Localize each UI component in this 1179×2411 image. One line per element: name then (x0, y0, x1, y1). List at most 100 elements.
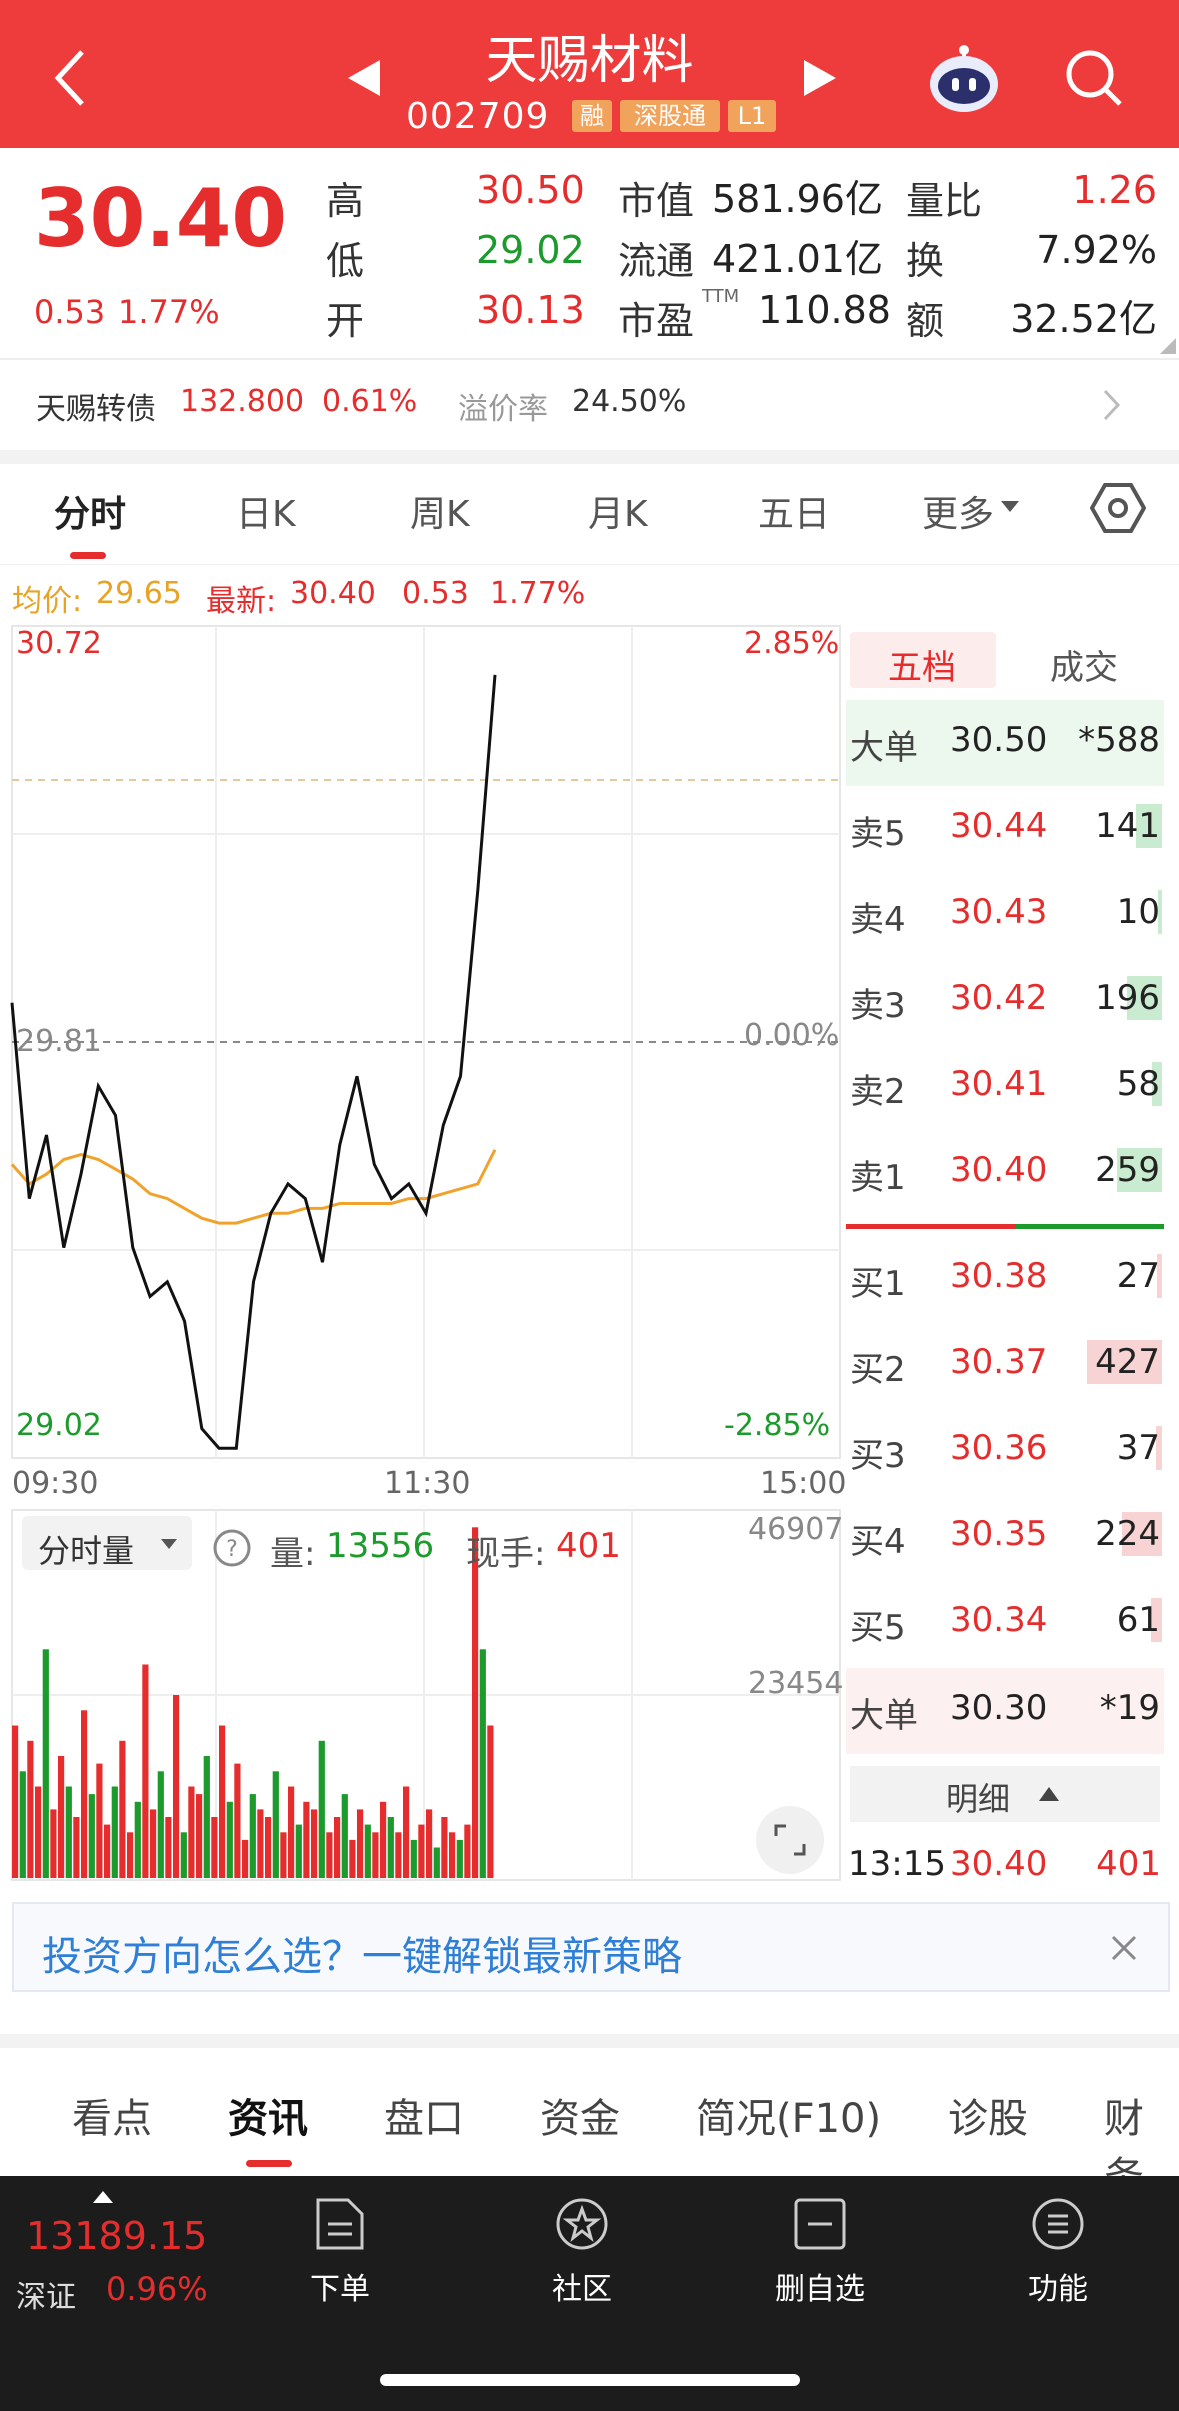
tab-news[interactable]: 资讯 (228, 2086, 308, 2144)
margin-tag: 融 (572, 100, 612, 132)
ask-level-label: 卖1 (850, 1158, 906, 1198)
volume-bar (349, 1839, 356, 1878)
bid-level-row: 买2 30.37 427 (846, 1322, 1164, 1408)
tab-trades[interactable]: 成交 (1050, 640, 1118, 689)
volume-bar (303, 1801, 310, 1879)
big-sell-row: 大单 30.50 *588 (846, 700, 1164, 786)
latest-percent: 1.77% (490, 576, 586, 611)
tab-weekly-k[interactable]: 周K (410, 485, 470, 537)
tab-intraday[interactable]: 分时 (54, 485, 126, 537)
last-price: 30.40 (34, 172, 288, 265)
bid-level-price: 30.34 (950, 1600, 1048, 1640)
nav-order[interactable]: 下单 (260, 2196, 420, 2308)
ask-level-label: 卖5 (850, 814, 906, 854)
order-doc-icon (316, 2198, 364, 2250)
close-icon[interactable] (1110, 1934, 1138, 1962)
menu-circle-icon (1032, 2198, 1084, 2250)
tab-monthly-k[interactable]: 月K (588, 485, 648, 537)
bid-level-volume: 27 (1116, 1256, 1160, 1296)
help-icon[interactable]: ? (212, 1528, 252, 1568)
nav-community[interactable]: 社区 (502, 2196, 662, 2308)
latest-change: 0.53 (402, 576, 469, 611)
tab-market[interactable]: 盘口 (384, 2086, 464, 2144)
latest-label: 最新: (206, 584, 277, 619)
ask-level-label: 卖4 (850, 900, 906, 940)
volume-bar (464, 1824, 471, 1878)
volume-bar (226, 1801, 233, 1879)
volume-bar (27, 1740, 34, 1879)
bid-level-price: 30.36 (950, 1428, 1048, 1468)
caret-up-icon (1039, 1787, 1059, 1801)
volume-bar (311, 1809, 318, 1878)
detail-toggle[interactable]: 明细 (850, 1766, 1160, 1822)
volume-bar (73, 1817, 80, 1878)
volume-bar (418, 1824, 425, 1878)
volume-bar (364, 1824, 371, 1878)
tab-daily-k[interactable]: 日K (236, 485, 296, 537)
volume-bar (111, 1786, 118, 1878)
promo-banner[interactable]: 投资方向怎么选？一键解锁最新策略 (12, 1902, 1170, 1992)
open-label: 开 (326, 299, 365, 343)
convertible-bond-row[interactable]: 天赐转债 132.800 0.61% 溢价率 24.50% (0, 360, 1179, 450)
nav-order-label: 下单 (310, 2272, 370, 2307)
turnover-label: 换 (906, 239, 945, 283)
volume-bar (380, 1801, 387, 1879)
big-buy-price: 30.30 (950, 1688, 1048, 1728)
tab-profile[interactable]: 简况(F10) (696, 2086, 881, 2144)
bid-level-volume: 224 (1095, 1514, 1160, 1554)
volume-bar (441, 1817, 448, 1878)
volume-bar (334, 1817, 341, 1878)
volume-bar (433, 1847, 440, 1878)
tab-five-level[interactable]: 五档 (850, 632, 996, 688)
tab-five-day[interactable]: 五日 (758, 485, 830, 537)
ask-level-volume: 196 (1095, 978, 1160, 1018)
latest-value: 30.40 (290, 576, 376, 611)
open-value: 30.13 (476, 288, 585, 332)
chart-settings-icon[interactable] (1090, 480, 1146, 536)
tab-highlights[interactable]: 看点 (72, 2086, 152, 2144)
robot-assistant-icon[interactable] (926, 40, 1002, 116)
big-sell-label: 大单 (850, 728, 918, 768)
index-ticker[interactable]: 13189.15 深证 0.96% (0, 2176, 220, 2336)
volume-bar (88, 1794, 95, 1878)
current-hand-label: 现手: (466, 1534, 546, 1574)
volume-bar (395, 1832, 402, 1879)
next-stock-icon[interactable] (802, 58, 838, 98)
fullscreen-button[interactable] (756, 1806, 824, 1874)
tab-more[interactable]: 更多 (922, 485, 994, 537)
volume-bar (387, 1817, 394, 1878)
volume-bar (35, 1786, 42, 1878)
volume-type-dropdown[interactable]: 分时量 (22, 1516, 192, 1570)
nav-functions[interactable]: 功能 (978, 2196, 1138, 2308)
remove-watchlist-icon (794, 2198, 846, 2250)
float-label: 流通 (618, 239, 695, 283)
high-label: 高 (326, 179, 365, 223)
ask-side-divider (846, 1224, 1016, 1229)
volume-bar (487, 1725, 494, 1878)
tab-diagnosis[interactable]: 诊股 (948, 2086, 1028, 2144)
big-buy-vol: *19 (1099, 1688, 1160, 1728)
bond-price: 132.800 (180, 384, 305, 419)
volume-bar (372, 1832, 379, 1879)
tab-funds[interactable]: 资金 (540, 2086, 620, 2144)
nav-remove-watchlist[interactable]: 删自选 (740, 2196, 900, 2308)
ask-level-row: 卖4 30.43 10 (846, 872, 1164, 958)
volume-bar (19, 1771, 26, 1879)
level-tag: L1 (728, 100, 776, 132)
volume-bar (188, 1786, 195, 1878)
ask-level-volume: 259 (1095, 1150, 1160, 1190)
volume-bar (472, 1527, 479, 1879)
ask-level-volume: 58 (1116, 1064, 1160, 1104)
volume-bar (357, 1809, 364, 1878)
volume-bar (426, 1809, 433, 1878)
search-icon[interactable] (1064, 48, 1124, 108)
volume-qty-value: 13556 (326, 1526, 435, 1566)
mcap-value: 581.96亿 (712, 177, 883, 221)
ask-level-row: 卖2 30.41 58 (846, 1044, 1164, 1130)
intraday-chart[interactable] (0, 620, 846, 1890)
bid-level-label: 买3 (850, 1436, 906, 1476)
volume-bar (449, 1832, 456, 1879)
volume-mid-label: 23454 (748, 1666, 844, 1701)
premium-value: 24.50% (572, 384, 687, 419)
bid-level-row: 买1 30.38 27 (846, 1236, 1164, 1322)
